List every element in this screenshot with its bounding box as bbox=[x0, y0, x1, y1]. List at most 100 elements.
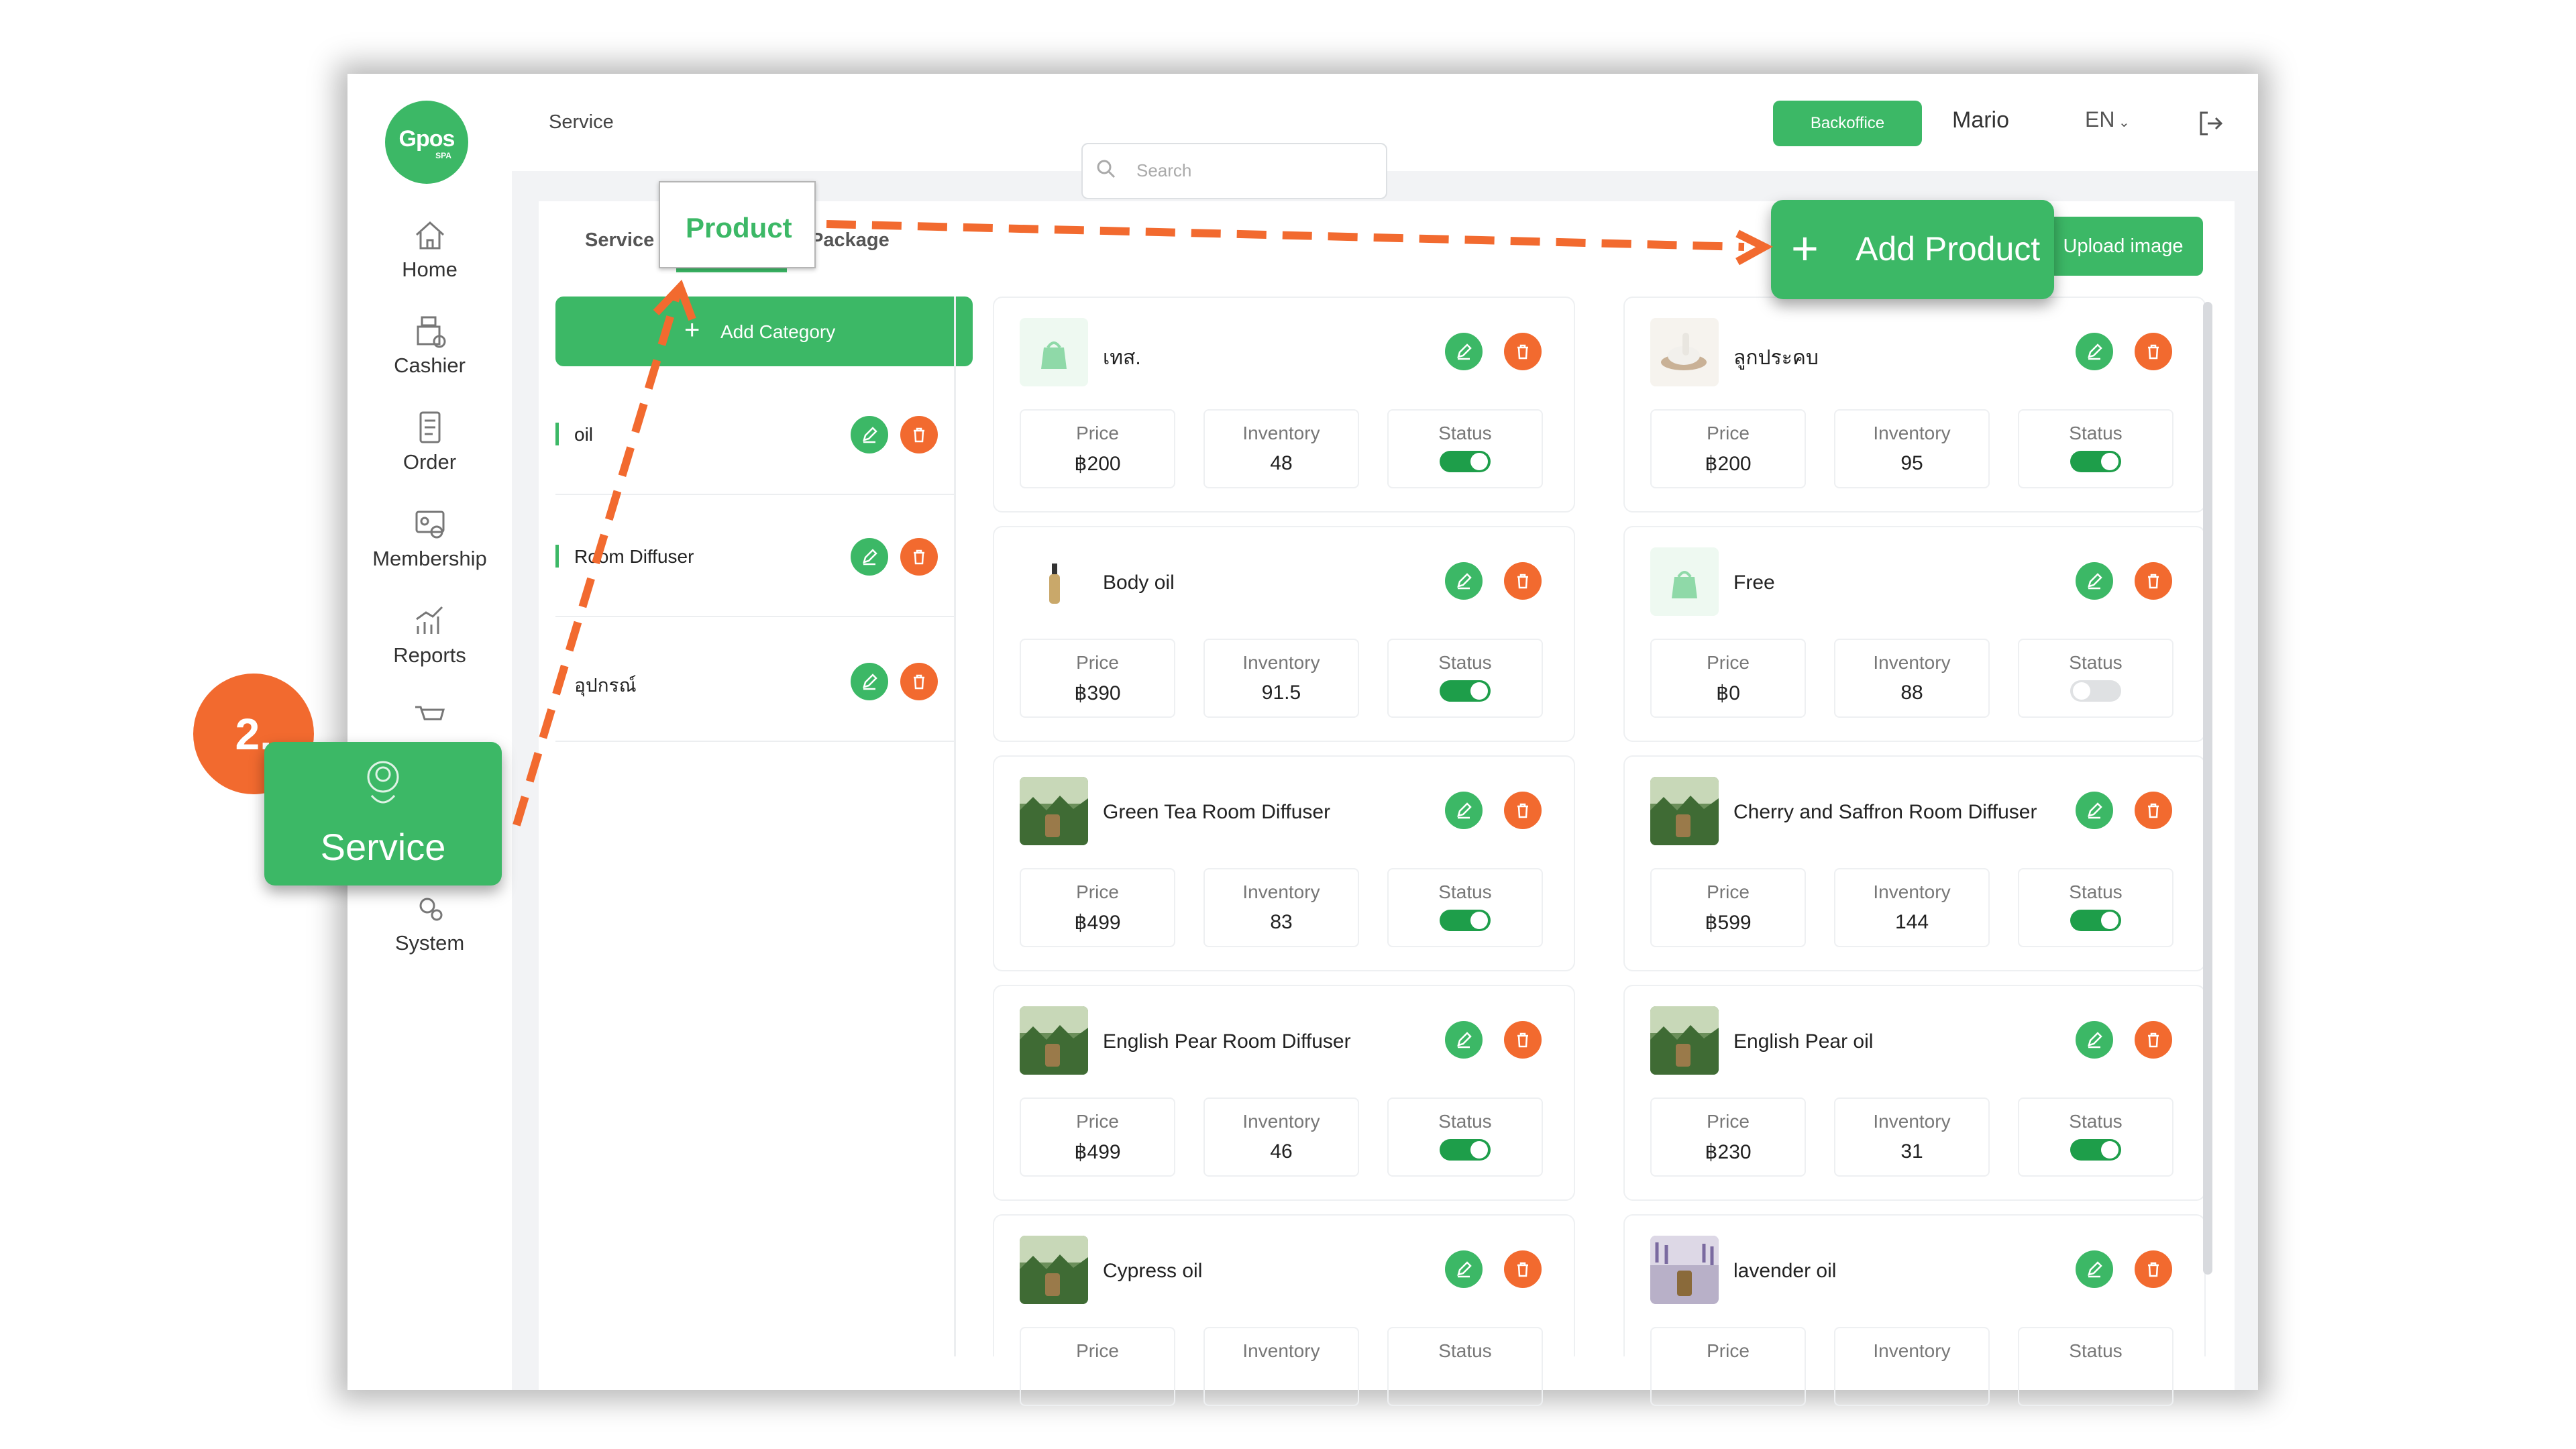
add-product-button[interactable]: + Add Product bbox=[1771, 200, 2054, 299]
product-card[interactable]: เทส. Price ฿200 Inventory 48 Status bbox=[993, 297, 1575, 513]
sidebar-item-cart[interactable] bbox=[347, 698, 512, 735]
delete-button[interactable] bbox=[2135, 562, 2172, 600]
product-thumbnail bbox=[1020, 1006, 1088, 1075]
toggle-knob bbox=[2101, 912, 2118, 929]
edit-button[interactable] bbox=[851, 538, 888, 576]
edit-button[interactable] bbox=[851, 416, 888, 453]
category-row[interactable]: Room Diffuser bbox=[555, 508, 954, 617]
user-name[interactable]: Mario bbox=[1952, 107, 2009, 133]
upload-image-button[interactable]: Upload image bbox=[2043, 217, 2203, 276]
status-toggle[interactable] bbox=[1440, 1139, 1491, 1161]
sidebar-item-label: Home bbox=[402, 258, 458, 281]
delete-button[interactable] bbox=[2135, 333, 2172, 370]
product-card[interactable]: Cypress oil Price Inventory Status bbox=[993, 1214, 1575, 1406]
delete-button[interactable] bbox=[1504, 1250, 1542, 1288]
sidebar-item-membership[interactable]: Membership bbox=[347, 505, 512, 571]
edit-button[interactable] bbox=[1445, 1250, 1483, 1288]
status-box: Status bbox=[2018, 409, 2174, 488]
inventory-label: Inventory bbox=[1242, 423, 1320, 443]
sidebar-item-home[interactable]: Home bbox=[347, 216, 512, 282]
sidebar-item-cashier[interactable]: Cashier bbox=[347, 312, 512, 378]
pencil-icon bbox=[2088, 573, 2102, 590]
inventory-value: 48 bbox=[1270, 452, 1293, 474]
product-card[interactable]: Body oil Price ฿390 Inventory 91.5 Status bbox=[993, 526, 1575, 742]
delete-button[interactable] bbox=[2135, 1250, 2172, 1288]
product-card[interactable]: Green Tea Room Diffuser Price ฿499 Inventor… bbox=[993, 755, 1575, 971]
search-input[interactable]: Search bbox=[1081, 143, 1387, 199]
product-name: Green Tea Room Diffuser bbox=[1103, 801, 1331, 823]
inventory-box: Inventory bbox=[1834, 1327, 1990, 1406]
edit-button[interactable] bbox=[2076, 1250, 2113, 1288]
tab-package[interactable]: Package bbox=[810, 229, 890, 252]
price-value: ฿499 bbox=[1074, 912, 1121, 934]
delete-button[interactable] bbox=[900, 663, 938, 700]
status-toggle[interactable] bbox=[1440, 680, 1491, 702]
add-category-button[interactable]: + Add Category bbox=[555, 297, 973, 366]
logout-icon[interactable] bbox=[2196, 109, 2225, 138]
category-row[interactable]: อุปกรณ์ bbox=[555, 633, 954, 742]
price-label: Price bbox=[1076, 1340, 1119, 1361]
service-callout[interactable]: Service bbox=[264, 742, 502, 885]
product-card[interactable]: Free Price ฿0 Inventory 88 Status bbox=[1623, 526, 2206, 742]
delete-button[interactable] bbox=[900, 538, 938, 576]
edit-button[interactable] bbox=[1445, 792, 1483, 829]
trash-icon bbox=[2148, 344, 2159, 360]
delete-button[interactable] bbox=[1504, 562, 1542, 600]
product-thumbnail bbox=[1650, 1006, 1719, 1075]
delete-button[interactable] bbox=[2135, 792, 2172, 829]
status-toggle[interactable] bbox=[2070, 680, 2121, 702]
edit-button[interactable] bbox=[1445, 562, 1483, 600]
edit-button[interactable] bbox=[851, 663, 888, 700]
status-label: Status bbox=[1438, 1340, 1492, 1361]
product-thumbnail bbox=[1020, 547, 1088, 616]
language-select[interactable]: EN ⌄ bbox=[2085, 107, 2130, 132]
price-value: ฿200 bbox=[1074, 453, 1121, 475]
edit-button[interactable] bbox=[2076, 562, 2113, 600]
tab-product-label: Product bbox=[686, 212, 792, 244]
inventory-label: Inventory bbox=[1242, 1340, 1320, 1361]
toggle-knob bbox=[2101, 1141, 2118, 1159]
delete-button[interactable] bbox=[1504, 333, 1542, 370]
product-thumbnail bbox=[1020, 318, 1088, 386]
product-card[interactable]: Cherry and Saffron Room Diffuser Price ฿59… bbox=[1623, 755, 2206, 971]
product-thumbnail bbox=[1650, 547, 1719, 616]
edit-button[interactable] bbox=[2076, 792, 2113, 829]
delete-button[interactable] bbox=[1504, 1021, 1542, 1059]
status-label: Status bbox=[2069, 423, 2123, 443]
status-toggle[interactable] bbox=[2070, 451, 2121, 472]
plus-icon: + bbox=[684, 315, 700, 345]
page-title: Service bbox=[549, 111, 614, 133]
status-toggle[interactable] bbox=[2070, 1139, 2121, 1161]
product-card[interactable]: ลูกประคบ Price ฿200 Inventory 95 Status bbox=[1623, 297, 2206, 513]
edit-button[interactable] bbox=[2076, 333, 2113, 370]
inventory-box: Inventory bbox=[1203, 1327, 1359, 1406]
price-label: Price bbox=[1707, 423, 1750, 443]
status-toggle[interactable] bbox=[1440, 451, 1491, 472]
sidebar-item-system[interactable]: System bbox=[347, 890, 512, 955]
toggle-knob bbox=[2101, 453, 2118, 470]
order-icon bbox=[419, 411, 440, 443]
status-toggle[interactable] bbox=[1440, 910, 1491, 931]
product-thumbnail bbox=[1020, 1236, 1088, 1304]
product-card[interactable]: English Pear Room Diffuser Price ฿499 Inven… bbox=[993, 985, 1575, 1201]
edit-button[interactable] bbox=[2076, 1021, 2113, 1059]
edit-button[interactable] bbox=[1445, 1021, 1483, 1059]
delete-button[interactable] bbox=[2135, 1021, 2172, 1059]
product-card[interactable]: English Pear oil Price ฿230 Inventory 31 Stat… bbox=[1623, 985, 2206, 1201]
tab-service[interactable]: Service bbox=[585, 229, 654, 252]
sidebar-item-reports[interactable]: Reports bbox=[347, 602, 512, 667]
delete-button[interactable] bbox=[1504, 792, 1542, 829]
status-toggle[interactable] bbox=[2070, 910, 2121, 931]
scrollbar[interactable] bbox=[2203, 302, 2212, 1275]
edit-button[interactable] bbox=[1445, 333, 1483, 370]
product-card[interactable]: lavender oil Price Inventory Status bbox=[1623, 1214, 2206, 1406]
delete-button[interactable] bbox=[900, 416, 938, 453]
price-box: Price ฿200 bbox=[1020, 409, 1175, 488]
toggle-knob bbox=[2073, 682, 2090, 700]
sidebar-item-order[interactable]: Order bbox=[347, 409, 512, 474]
logo-text: Gpos bbox=[398, 126, 455, 152]
tab-product[interactable]: Product bbox=[659, 181, 816, 268]
backoffice-button[interactable]: Backoffice bbox=[1773, 101, 1922, 146]
gpos-logo[interactable]: Gpos SPA bbox=[385, 101, 468, 184]
category-row[interactable]: oil bbox=[555, 386, 954, 495]
